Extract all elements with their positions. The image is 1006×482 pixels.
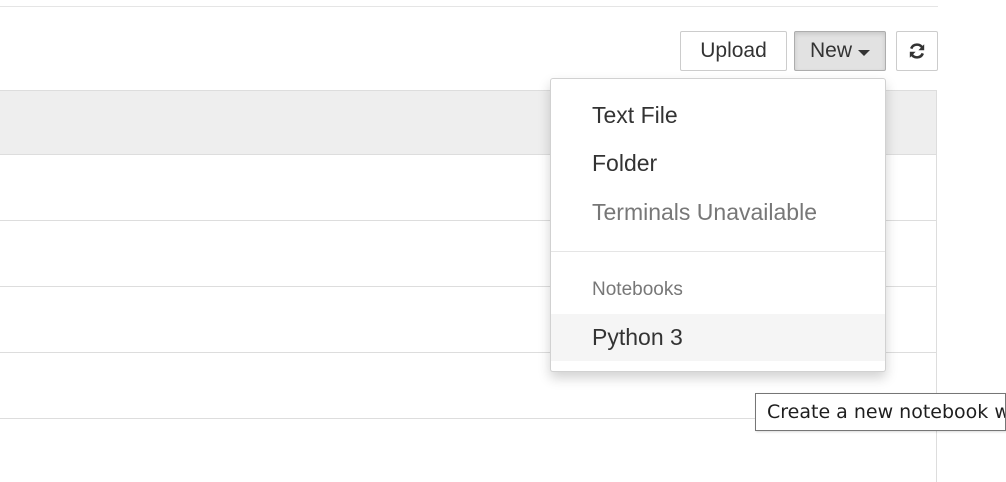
menu-item-label: Python 3 (592, 324, 683, 350)
tooltip-text: Create a new notebook with Python 3 (767, 401, 1005, 423)
menu-item-python-3[interactable]: Python 3 (551, 314, 885, 361)
new-dropdown-button[interactable]: New (794, 31, 886, 71)
menu-item-label: Terminals Unavailable (592, 198, 817, 225)
caret-down-icon (858, 49, 870, 56)
menu-item-label: Folder (592, 149, 658, 176)
upload-button[interactable]: Upload (680, 31, 787, 71)
menu-divider (551, 251, 885, 252)
refresh-icon (909, 43, 925, 59)
menu-item-folder[interactable]: Folder (551, 141, 885, 185)
new-button-label: New (809, 39, 852, 62)
menu-item-text-file[interactable]: Text File (551, 93, 885, 137)
new-dropdown-menu: Text File Folder Terminals Unavailable N… (550, 78, 886, 372)
top-divider (0, 6, 938, 7)
menu-item-label: Text File (592, 101, 678, 128)
menu-header-label: Notebooks (592, 279, 683, 300)
menu-item-terminals-unavailable: Terminals Unavailable (551, 190, 885, 234)
refresh-button[interactable] (896, 31, 938, 71)
menu-section-header-notebooks: Notebooks (551, 275, 885, 305)
tooltip: Create a new notebook with Python 3 (755, 393, 1006, 431)
